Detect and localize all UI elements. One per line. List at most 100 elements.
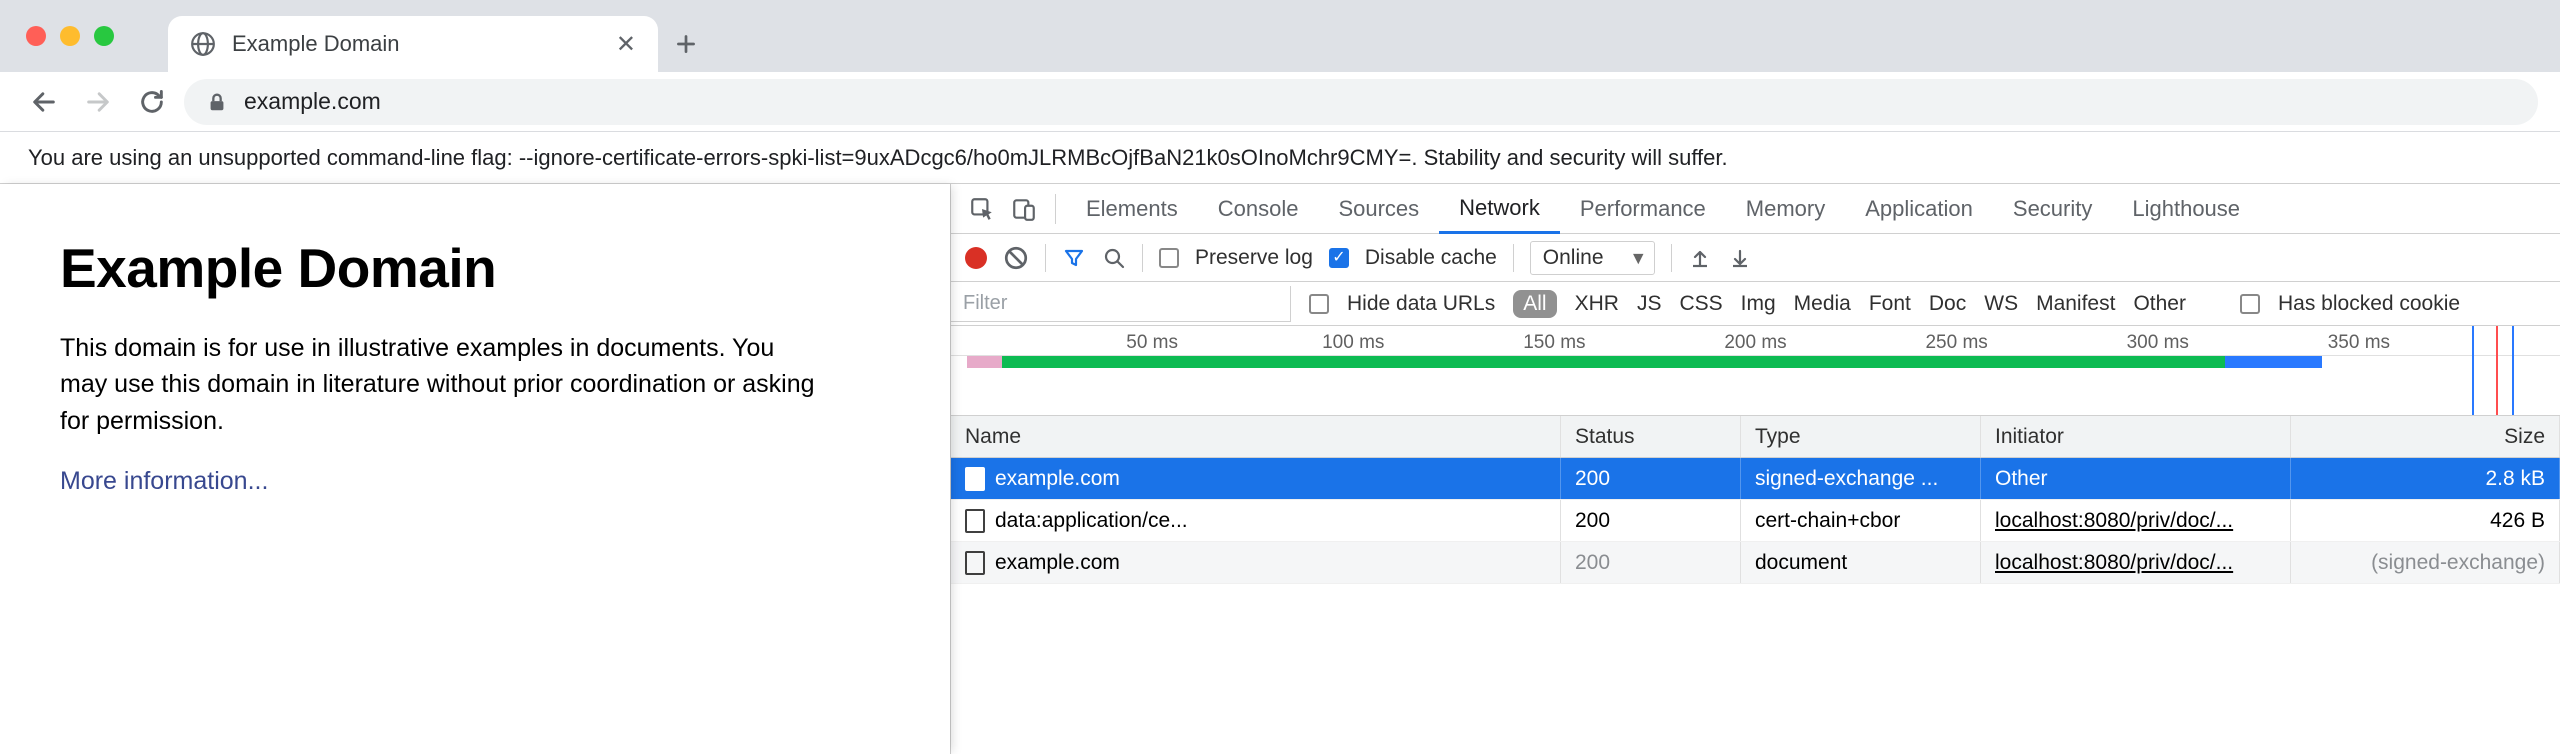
disable-cache-checkbox[interactable] — [1329, 248, 1349, 268]
search-button[interactable] — [1102, 246, 1126, 270]
domcontentloaded-marker — [2472, 326, 2474, 415]
table-row[interactable]: example.com 200 document localhost:8080/… — [951, 542, 2560, 584]
filter-other[interactable]: Other — [2133, 292, 2186, 316]
content-split: Example Domain This domain is for use in… — [0, 184, 2560, 754]
filter-img[interactable]: Img — [1741, 292, 1776, 316]
network-filter-bar: Filter Hide data URLs All XHR JS CSS Img… — [951, 282, 2560, 326]
network-timeline[interactable]: 50 ms 100 ms 150 ms 200 ms 250 ms 300 ms… — [951, 326, 2560, 416]
filter-all[interactable]: All — [1513, 290, 1556, 318]
fullscreen-window-button[interactable] — [94, 26, 114, 46]
inspect-icon — [969, 196, 995, 222]
reload-icon — [138, 88, 166, 116]
tick-label: 150 ms — [1523, 332, 1585, 354]
filter-doc[interactable]: Doc — [1929, 292, 1966, 316]
tab-network[interactable]: Network — [1439, 184, 1560, 234]
inspect-element-button[interactable] — [961, 188, 1003, 230]
disable-cache-label: Disable cache — [1365, 246, 1497, 270]
request-type: cert-chain+cbor — [1755, 509, 1900, 533]
request-status: 200 — [1575, 509, 1610, 533]
record-button[interactable] — [965, 247, 987, 269]
tab-lighthouse[interactable]: Lighthouse — [2112, 184, 2260, 234]
request-size: 2.8 kB — [2485, 467, 2545, 491]
new-tab-button[interactable] — [658, 16, 714, 72]
address-bar[interactable]: example.com — [184, 79, 2538, 125]
tab-memory[interactable]: Memory — [1726, 184, 1845, 234]
more-info-link[interactable]: More information... — [60, 467, 268, 495]
plus-icon — [673, 31, 699, 57]
browser-toolbar: example.com — [0, 72, 2560, 132]
timeline-bar — [1002, 356, 2225, 368]
blocked-cookies-checkbox[interactable] — [2240, 294, 2260, 314]
arrow-right-icon — [84, 88, 112, 116]
col-type[interactable]: Type — [1741, 416, 1981, 457]
separator — [1142, 244, 1143, 272]
preserve-log-label: Preserve log — [1195, 246, 1313, 270]
timeline-ruler: 50 ms 100 ms 150 ms 200 ms 250 ms 300 ms… — [951, 326, 2560, 356]
import-har-button[interactable] — [1688, 246, 1712, 270]
tick-label: 250 ms — [1925, 332, 1987, 354]
table-header: Name Status Type Initiator Size — [951, 416, 2560, 458]
filter-input[interactable]: Filter — [951, 286, 1291, 322]
window-controls — [26, 26, 114, 46]
hide-data-urls-label: Hide data URLs — [1347, 292, 1495, 316]
close-window-button[interactable] — [26, 26, 46, 46]
tick-label: 200 ms — [1724, 332, 1786, 354]
url-text: example.com — [244, 88, 381, 115]
arrow-left-icon — [30, 88, 58, 116]
tab-console[interactable]: Console — [1198, 184, 1319, 234]
request-initiator: Other — [1995, 467, 2048, 491]
timeline-bar — [2225, 356, 2322, 368]
request-name: example.com — [995, 467, 1120, 491]
network-toolbar: Preserve log Disable cache Online — [951, 234, 2560, 282]
separator — [1045, 244, 1046, 272]
filter-manifest[interactable]: Manifest — [2036, 292, 2115, 316]
minimize-window-button[interactable] — [60, 26, 80, 46]
col-size[interactable]: Size — [2291, 416, 2560, 457]
filter-xhr[interactable]: XHR — [1575, 292, 1619, 316]
filter-js[interactable]: JS — [1637, 292, 1662, 316]
request-status: 200 — [1575, 551, 1610, 575]
clear-button[interactable] — [1003, 245, 1029, 271]
filter-css[interactable]: CSS — [1679, 292, 1722, 316]
request-initiator[interactable]: localhost:8080/priv/doc/... — [1995, 551, 2233, 575]
infobar-warning: You are using an unsupported command-lin… — [0, 132, 2560, 184]
tab-application[interactable]: Application — [1845, 184, 1993, 234]
filter-toggle-button[interactable] — [1062, 246, 1086, 270]
document-icon — [965, 509, 985, 533]
tab-elements[interactable]: Elements — [1066, 184, 1198, 234]
preserve-log-checkbox[interactable] — [1159, 248, 1179, 268]
load-marker — [2496, 326, 2498, 415]
browser-tab[interactable]: Example Domain ✕ — [168, 16, 658, 72]
timeline-bars — [951, 356, 2560, 372]
globe-icon — [190, 31, 216, 57]
back-button[interactable] — [22, 80, 66, 124]
tab-title: Example Domain — [232, 31, 600, 57]
warning-text: You are using an unsupported command-lin… — [28, 145, 1728, 171]
hide-data-urls-checkbox[interactable] — [1309, 294, 1329, 314]
table-row[interactable]: example.com 200 signed-exchange ... Othe… — [951, 458, 2560, 500]
filter-font[interactable]: Font — [1869, 292, 1911, 316]
col-initiator[interactable]: Initiator — [1981, 416, 2291, 457]
lock-icon — [206, 91, 228, 113]
request-name: data:application/ce... — [995, 509, 1188, 533]
filter-ws[interactable]: WS — [1984, 292, 2018, 316]
export-har-button[interactable] — [1728, 246, 1752, 270]
filter-media[interactable]: Media — [1794, 292, 1851, 316]
device-toolbar-button[interactable] — [1003, 188, 1045, 230]
request-initiator[interactable]: localhost:8080/priv/doc/... — [1995, 509, 2233, 533]
col-status[interactable]: Status — [1561, 416, 1741, 457]
reload-button[interactable] — [130, 80, 174, 124]
forward-button[interactable] — [76, 80, 120, 124]
tick-label: 300 ms — [2127, 332, 2189, 354]
throttling-select[interactable]: Online — [1530, 241, 1655, 275]
tab-security[interactable]: Security — [1993, 184, 2112, 234]
tab-sources[interactable]: Sources — [1318, 184, 1439, 234]
table-row[interactable]: data:application/ce... 200 cert-chain+cb… — [951, 500, 2560, 542]
document-icon — [965, 551, 985, 575]
marker — [2512, 326, 2514, 415]
col-name[interactable]: Name — [951, 416, 1561, 457]
tab-performance[interactable]: Performance — [1560, 184, 1726, 234]
request-size: 426 B — [2490, 509, 2545, 533]
page-heading: Example Domain — [60, 236, 890, 300]
close-tab-icon[interactable]: ✕ — [616, 30, 636, 59]
